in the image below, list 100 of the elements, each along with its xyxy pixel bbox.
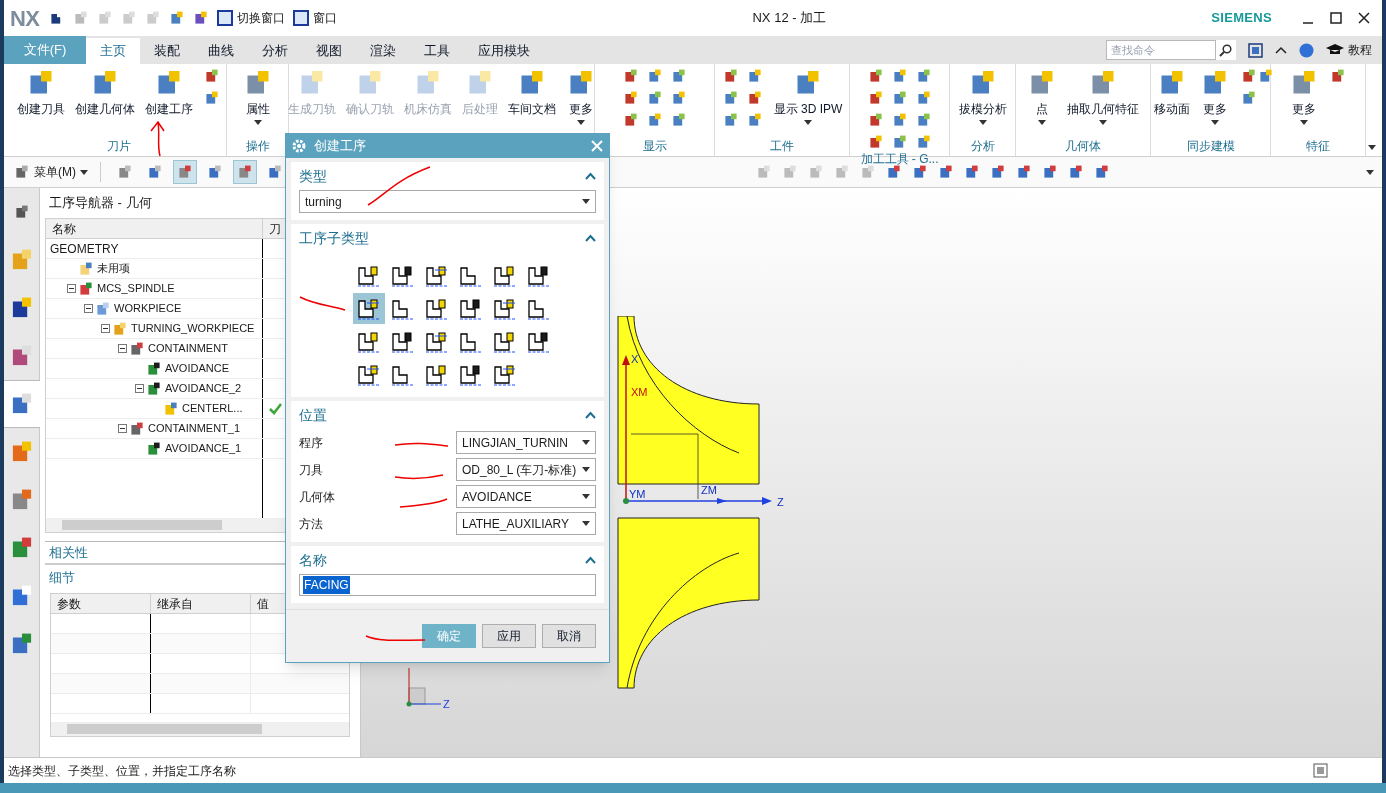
tree-item[interactable]: GEOMETRY — [46, 239, 263, 258]
collapse-icon[interactable] — [585, 172, 596, 180]
command-icon[interactable] — [1241, 68, 1257, 84]
ribbon-button[interactable]: 车间文档 — [504, 64, 559, 118]
command-icon[interactable] — [891, 112, 908, 128]
expander-toggle[interactable] — [84, 304, 93, 313]
command-icon[interactable] — [622, 68, 639, 84]
column-header[interactable]: 继承自 — [151, 594, 251, 613]
view-command-icon[interactable] — [964, 164, 980, 180]
tree-item[interactable]: TURNING_WORKPIECE — [131, 320, 255, 337]
dropdown-field[interactable]: LINGJIAN_TURNIN — [456, 431, 596, 454]
command-icon[interactable] — [1330, 68, 1346, 84]
command-icon[interactable] — [204, 68, 220, 84]
subtype-button[interactable] — [353, 293, 385, 324]
dropdown-field[interactable]: turning — [299, 190, 596, 213]
navigator-view-button[interactable] — [233, 160, 257, 184]
command-icon[interactable] — [670, 112, 687, 128]
menu-button[interactable]: 菜单(M) — [14, 163, 88, 181]
horizontal-scrollbar[interactable] — [51, 722, 349, 736]
ribbon-button[interactable]: 创建刀具 — [14, 64, 68, 118]
ribbon-button[interactable]: 属性 — [239, 64, 276, 125]
command-icon[interactable] — [1241, 90, 1257, 106]
ribbon-button[interactable]: 点 — [1024, 64, 1060, 125]
fit-window-icon[interactable] — [1248, 42, 1263, 58]
ribbon-button[interactable]: 显示 3D IPW — [770, 64, 846, 125]
command-icon[interactable] — [646, 90, 663, 106]
tree-item[interactable]: MCS_SPINDLE — [97, 280, 175, 297]
ribbon-button[interactable]: 更多 — [1286, 64, 1322, 125]
view-command-icon[interactable] — [912, 164, 928, 180]
command-icon[interactable] — [722, 112, 739, 128]
tree-item[interactable]: CONTAINMENT_1 — [148, 420, 241, 437]
command-icon[interactable] — [670, 68, 687, 84]
expander-toggle[interactable] — [135, 384, 144, 393]
command-icon[interactable] — [915, 112, 932, 128]
expander-toggle[interactable] — [101, 324, 110, 333]
dropdown-field[interactable]: AVOIDANCE — [456, 485, 596, 508]
dropdown-field[interactable]: LATHE_AUXILIARY — [456, 512, 596, 535]
close-icon[interactable] — [1358, 12, 1370, 24]
tutorial-button[interactable]: 教程 — [1326, 41, 1372, 59]
fit-window-icon[interactable] — [1313, 763, 1328, 778]
command-icon[interactable] — [867, 68, 884, 84]
command-icon[interactable] — [169, 10, 186, 26]
ribbon-tab[interactable]: 分析 — [248, 38, 302, 64]
expander-toggle[interactable] — [118, 344, 127, 353]
ribbon-button[interactable]: 更多 — [562, 64, 599, 125]
command-icon[interactable] — [722, 68, 739, 84]
collapse-icon[interactable] — [585, 234, 596, 242]
command-icon[interactable] — [867, 90, 884, 106]
command-icon[interactable] — [670, 90, 687, 106]
command-icon[interactable] — [915, 90, 932, 106]
navigator-view-button[interactable] — [173, 160, 197, 184]
command-icon[interactable] — [915, 68, 932, 84]
view-command-icon[interactable] — [886, 164, 902, 180]
maximize-icon[interactable] — [1330, 12, 1342, 24]
collapse-icon[interactable] — [585, 411, 596, 419]
view-command-icon[interactable] — [1016, 164, 1032, 180]
collapse-icon[interactable] — [585, 556, 596, 564]
quick-access-button[interactable]: 窗口 — [293, 9, 338, 27]
name-input-field[interactable]: FACING — [299, 574, 596, 596]
resource-bar-tab[interactable] — [3, 380, 40, 428]
view-command-icon[interactable] — [1094, 164, 1110, 180]
view-command-icon[interactable] — [1042, 164, 1058, 180]
expander-toggle[interactable] — [67, 284, 76, 293]
tree-item[interactable]: 未用项 — [97, 260, 130, 277]
command-icon[interactable] — [622, 90, 639, 106]
command-icon[interactable] — [891, 68, 908, 84]
dropdown-field[interactable]: OD_80_L (车刀-标准) — [456, 458, 596, 481]
command-icon[interactable] — [915, 134, 932, 150]
ribbon-tab[interactable]: 视图 — [302, 38, 356, 64]
ribbon-tab[interactable]: 装配 — [140, 38, 194, 64]
command-icon[interactable] — [622, 112, 639, 128]
view-command-icon[interactable] — [1068, 164, 1084, 180]
command-icon[interactable] — [646, 68, 663, 84]
tree-item[interactable]: CONTAINMENT — [148, 340, 228, 357]
command-icon[interactable] — [746, 90, 763, 106]
ribbon-button[interactable]: 拔模分析 — [955, 64, 1010, 125]
ribbon-button[interactable]: 移动面 — [1151, 64, 1193, 118]
ribbon-button[interactable]: 创建工序 — [142, 64, 196, 118]
ribbon-tab[interactable]: 工具 — [410, 38, 464, 64]
command-icon[interactable] — [891, 134, 908, 150]
command-icon[interactable] — [746, 112, 763, 128]
tree-item[interactable]: CENTERL... — [182, 400, 243, 417]
ribbon-button[interactable]: 抽取几何特征 — [1064, 64, 1142, 125]
tree-item[interactable]: WORKPIECE — [114, 300, 182, 317]
ribbon-tab[interactable]: 曲线 — [194, 38, 248, 64]
dialog-button[interactable]: 取消 — [542, 624, 596, 648]
command-icon[interactable] — [204, 90, 220, 106]
command-icon[interactable] — [867, 112, 884, 128]
expander-toggle[interactable] — [118, 424, 127, 433]
tree-item[interactable]: AVOIDANCE — [165, 360, 229, 377]
column-header[interactable]: 参数 — [51, 594, 151, 613]
view-command-icon[interactable] — [990, 164, 1006, 180]
quick-access-button[interactable]: 切换窗口 — [217, 9, 286, 27]
column-header[interactable]: 名称 — [46, 219, 263, 238]
tree-item[interactable]: AVOIDANCE_1 — [165, 440, 242, 457]
command-icon[interactable] — [1257, 68, 1274, 84]
tree-item[interactable]: AVOIDANCE_2 — [165, 380, 242, 397]
command-icon[interactable] — [722, 90, 739, 106]
dialog-button[interactable]: 应用 — [482, 624, 536, 648]
ribbon-tab[interactable]: 主页 — [86, 38, 140, 64]
